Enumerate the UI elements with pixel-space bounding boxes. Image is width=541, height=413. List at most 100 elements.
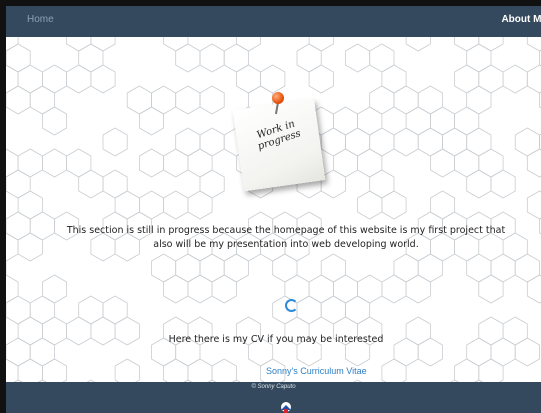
work-in-progress-note: Work in progress	[232, 92, 328, 196]
hexagon-shape	[90, 64, 116, 94]
hexagon-shape	[6, 295, 31, 325]
hexagon-shape	[466, 43, 492, 73]
hexagon-shape	[114, 358, 140, 382]
hexagon-shape	[466, 169, 492, 199]
hexagon-shape	[429, 148, 456, 178]
nav-about-link[interactable]: About Me	[501, 14, 541, 25]
pushpin-icon	[272, 92, 284, 104]
hexagon-shape	[345, 295, 371, 325]
hexagon-shape	[175, 43, 201, 73]
hexagon-shape	[308, 64, 334, 94]
hexagon-shape	[454, 64, 480, 94]
note-text: Work in progress	[255, 118, 303, 153]
hexagon-shape	[163, 148, 189, 178]
hexagon-shape	[223, 43, 249, 73]
hexagon-shape	[466, 85, 492, 115]
hexagon-shape	[478, 316, 504, 346]
hexagon-shape	[6, 169, 31, 199]
hexagon-shape	[332, 148, 359, 178]
loading-spinner-icon	[285, 299, 298, 312]
hexagon-shape	[502, 64, 528, 94]
hexagon-shape	[102, 127, 128, 157]
hexagon-shape	[211, 358, 237, 382]
hexagon-shape	[417, 85, 443, 115]
hexagon-shape	[17, 190, 43, 220]
hexagon-shape	[199, 169, 225, 199]
hexagon-shape	[357, 106, 383, 136]
hexagon-shape	[187, 190, 213, 220]
hexagon-shape	[42, 106, 67, 136]
hexagon-shape	[490, 253, 516, 283]
hexagon-shape	[381, 190, 407, 220]
hexagon-shape	[514, 253, 540, 283]
hexagon-shape	[345, 127, 371, 157]
hexagon-shape	[151, 253, 177, 283]
hexagon-shape	[163, 37, 189, 52]
hexagon-shape	[187, 148, 213, 178]
hexagon-shape	[199, 43, 225, 73]
hexagon-shape	[42, 316, 67, 346]
hexagon-shape	[138, 190, 165, 220]
cv-text: Here there is my CV if you may be intere…	[168, 334, 384, 345]
hexagon-shape	[6, 211, 31, 241]
hexagon-shape	[514, 337, 540, 367]
hexagon-shape	[393, 253, 419, 283]
hexagon-shape	[66, 64, 92, 94]
nav-home-link[interactable]: Home	[27, 14, 54, 25]
hexagon-shape	[6, 148, 19, 178]
hexagon-shape	[17, 148, 43, 178]
hexagon-shape	[163, 190, 189, 220]
hexagon-shape	[393, 127, 419, 157]
hexagon-shape	[29, 295, 55, 325]
hexagon-shape	[381, 274, 407, 304]
hexagon-shape	[442, 127, 468, 157]
hexagon-background	[6, 37, 541, 382]
hexagon-shape	[429, 106, 456, 136]
hexagon-shape	[6, 337, 31, 367]
hexagon-shape	[42, 274, 67, 304]
hexagon-shape	[357, 274, 383, 304]
hexagon-shape	[163, 274, 189, 304]
hexagon-shape	[66, 37, 92, 52]
hexagon-shape	[175, 253, 201, 283]
hexagon-shape	[199, 85, 225, 115]
hexagon-shape	[405, 274, 431, 304]
hexagon-shape	[417, 253, 443, 283]
hexagon-shape	[235, 64, 262, 94]
hexagon-shape	[405, 106, 431, 136]
logo-icon	[281, 402, 291, 413]
hexagon-shape	[369, 43, 395, 73]
hexagon-shape	[187, 358, 213, 382]
hexagon-shape	[6, 232, 19, 262]
hexagon-shape	[381, 64, 407, 94]
hexagon-shape	[114, 190, 140, 220]
browser-frame: Home About Me Work in progress This sect…	[0, 0, 541, 413]
copyright-text: © Sonny Caputo	[251, 384, 296, 390]
hexagon-shape	[478, 148, 504, 178]
hexagon-shape	[417, 127, 443, 157]
hexagon-shape	[490, 169, 516, 199]
hexagon-shape	[29, 211, 55, 241]
hexagon-shape	[126, 85, 152, 115]
hexagon-shape	[17, 232, 43, 262]
hexagon-shape	[138, 106, 165, 136]
hexagon-shape	[478, 358, 504, 382]
hexagon-shape	[223, 253, 249, 283]
hexagon-shape	[308, 274, 334, 304]
hexagon-shape	[332, 106, 359, 136]
hexagon-shape	[369, 169, 395, 199]
hexagon-shape	[102, 295, 128, 325]
hexagon-shape	[454, 148, 480, 178]
hexagon-shape	[29, 337, 55, 367]
hexagon-shape	[78, 295, 104, 325]
hexagon-shape	[357, 148, 383, 178]
hexagon-shape	[454, 37, 480, 52]
hexagon-shape	[260, 64, 286, 94]
cv-link[interactable]: Sonny's Curriculum Vitae	[266, 366, 367, 376]
hexagon-shape	[102, 169, 128, 199]
hexagon-shape	[502, 316, 528, 346]
navbar: Home About Me	[6, 6, 541, 37]
hexagon-shape	[381, 358, 407, 382]
hexagon-shape	[6, 274, 19, 304]
hexagon-shape	[78, 169, 104, 199]
